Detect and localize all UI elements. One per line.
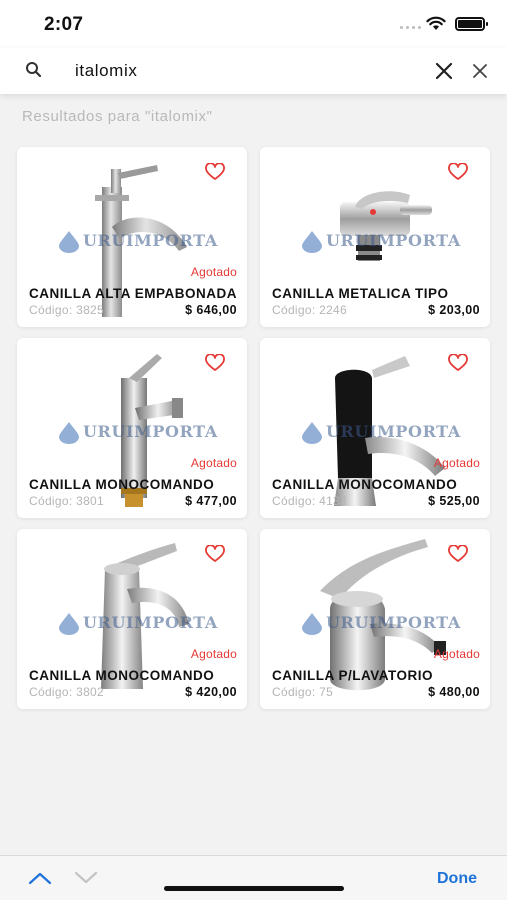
product-code: Código: 75 bbox=[272, 685, 334, 699]
product-code: Código: 3825 bbox=[29, 303, 104, 317]
cellular-signal-icon bbox=[400, 26, 421, 29]
soldout-label: Agotado bbox=[190, 456, 237, 470]
water-drop-icon bbox=[59, 422, 79, 444]
product-name: CANILLA MONOCOMANDO bbox=[29, 477, 215, 492]
brand-watermark-text: URUIMPORTA bbox=[83, 231, 218, 250]
status-bar: 2:07 bbox=[0, 0, 507, 48]
product-price: $ 646,00 bbox=[185, 303, 237, 317]
done-button[interactable]: Done bbox=[437, 870, 477, 888]
favorite-heart-icon[interactable] bbox=[448, 545, 468, 563]
soldout-label: Agotado bbox=[190, 265, 237, 279]
search-input[interactable] bbox=[66, 56, 406, 86]
product-grid: URUIMPORTA Agotado CANILLA ALTA EMPABONA… bbox=[17, 147, 491, 709]
brand-watermark: URUIMPORTA bbox=[43, 609, 223, 637]
chevron-up-icon[interactable] bbox=[28, 871, 52, 885]
product-price: $ 203,00 bbox=[428, 303, 480, 317]
product-price: $ 477,00 bbox=[185, 494, 237, 508]
brand-watermark-text: URUIMPORTA bbox=[83, 613, 218, 632]
water-drop-icon bbox=[302, 231, 322, 253]
product-card[interactable]: URUIMPORTA Agotado CANILLA MONOCOMANDO C… bbox=[17, 338, 247, 518]
brand-watermark: URUIMPORTA bbox=[43, 227, 223, 255]
product-name: CANILLA MONOCOMANDO bbox=[29, 668, 215, 683]
status-time: 2:07 bbox=[44, 14, 84, 35]
brand-watermark-text: URUIMPORTA bbox=[326, 231, 461, 250]
water-drop-icon bbox=[302, 422, 322, 444]
favorite-heart-icon[interactable] bbox=[205, 545, 225, 563]
brand-watermark-text: URUIMPORTA bbox=[326, 422, 461, 441]
favorite-heart-icon[interactable] bbox=[205, 354, 225, 372]
home-indicator bbox=[164, 886, 344, 891]
product-card[interactable]: URUIMPORTA CANILLA METALICA TIPO Código:… bbox=[260, 147, 490, 327]
search-bar bbox=[0, 48, 507, 94]
brand-watermark: URUIMPORTA bbox=[286, 418, 466, 446]
brand-watermark: URUIMPORTA bbox=[286, 609, 466, 637]
product-price: $ 420,00 bbox=[185, 685, 237, 699]
product-code: Código: 4133 bbox=[272, 494, 347, 508]
soldout-label: Agotado bbox=[433, 647, 480, 661]
chevron-down-icon[interactable] bbox=[74, 871, 98, 885]
product-name: CANILLA P/LAVATORIO bbox=[272, 668, 433, 683]
product-name: CANILLA ALTA EMPABONADA bbox=[29, 286, 237, 301]
soldout-label: Agotado bbox=[433, 456, 480, 470]
close-search-icon[interactable] bbox=[471, 62, 489, 80]
soldout-label: Agotado bbox=[190, 647, 237, 661]
favorite-heart-icon[interactable] bbox=[448, 354, 468, 372]
clear-search-icon[interactable] bbox=[434, 61, 454, 81]
water-drop-icon bbox=[302, 613, 322, 635]
product-card[interactable]: URUIMPORTA Agotado CANILLA MONOCOMANDO C… bbox=[17, 529, 247, 709]
product-card[interactable]: URUIMPORTA Agotado CANILLA P/LAVATORIO C… bbox=[260, 529, 490, 709]
brand-watermark-text: URUIMPORTA bbox=[83, 422, 218, 441]
results-title: Resultados para "italomix" bbox=[22, 108, 213, 125]
product-name: CANILLA MONOCOMANDO bbox=[272, 477, 458, 492]
favorite-heart-icon[interactable] bbox=[205, 163, 225, 181]
brand-watermark: URUIMPORTA bbox=[286, 227, 466, 255]
favorite-heart-icon[interactable] bbox=[448, 163, 468, 181]
product-card[interactable]: URUIMPORTA Agotado CANILLA MONOCOMANDO C… bbox=[260, 338, 490, 518]
water-drop-icon bbox=[59, 613, 79, 635]
battery-icon bbox=[455, 17, 488, 31]
product-price: $ 480,00 bbox=[428, 685, 480, 699]
water-drop-icon bbox=[59, 231, 79, 253]
product-name: CANILLA METALICA TIPO bbox=[272, 286, 449, 301]
product-code: Código: 3802 bbox=[29, 685, 104, 699]
product-code: Código: 3801 bbox=[29, 494, 104, 508]
product-code: Código: 2246 bbox=[272, 303, 347, 317]
wifi-icon bbox=[426, 16, 446, 30]
product-price: $ 525,00 bbox=[428, 494, 480, 508]
keyboard-accessory-bar: Done bbox=[0, 855, 507, 900]
search-icon bbox=[26, 62, 42, 78]
brand-watermark: URUIMPORTA bbox=[43, 418, 223, 446]
product-card[interactable]: URUIMPORTA Agotado CANILLA ALTA EMPABONA… bbox=[17, 147, 247, 327]
brand-watermark-text: URUIMPORTA bbox=[326, 613, 461, 632]
